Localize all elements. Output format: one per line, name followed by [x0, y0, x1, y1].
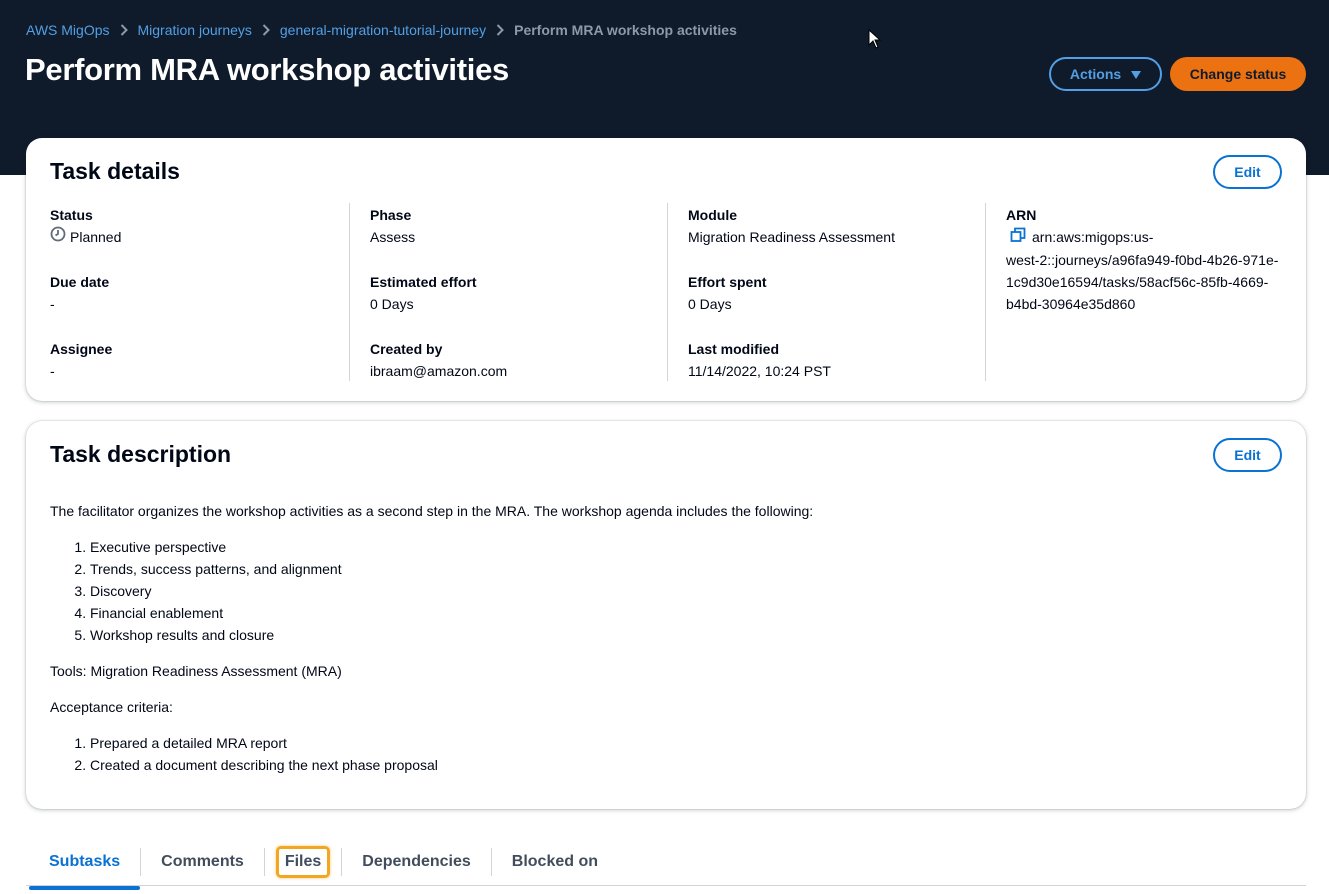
mouse-cursor-icon [868, 28, 882, 54]
phase-label: Phase [370, 207, 412, 223]
task-details-title: Task details [50, 158, 180, 184]
tab-blocked-on[interactable]: Blocked on [492, 843, 618, 881]
arn-line: 1c9d30e16594/tasks/58acf56c-85fb-4669- [1006, 274, 1269, 291]
due-date-field: Due date - [50, 271, 350, 337]
effort-spent-value: 0 Days [688, 296, 732, 312]
arn-value: arn:aws:migops:us- west-2::journeys/a96f… [1006, 226, 1285, 315]
caret-down-icon [1131, 66, 1142, 82]
tab-bar-divider [26, 885, 1306, 886]
details-column-3: Module Migration Readiness Assessment Ef… [667, 203, 985, 381]
actions-button-label: Actions [1069, 66, 1122, 82]
edit-description-button[interactable]: Edit [1213, 438, 1282, 472]
task-description-title: Task description [50, 441, 232, 467]
breadcrumb-link-journeys[interactable]: Migration journeys [138, 22, 252, 38]
arn-line: b4bd-30964e35d860 [1006, 296, 1136, 313]
last-modified-label: Last modified [688, 341, 780, 357]
chevron-right-icon [120, 24, 128, 36]
due-date-value: - [50, 296, 55, 312]
phase-value: Assess [370, 229, 416, 245]
created-by-value: ibraam@amazon.com [370, 363, 508, 379]
module-label: Module [688, 207, 737, 223]
tab-comments[interactable]: Comments [141, 843, 264, 881]
task-details-card: Task details Edit Status Planned Due dat… [26, 138, 1306, 401]
list-item: Financial enablement [90, 602, 1280, 624]
page-title: Perform MRA workshop activities [25, 52, 509, 87]
phase-field: Phase Assess [370, 204, 667, 270]
agenda-list: Executive perspective Trends, success pa… [90, 536, 1280, 646]
status-value: Planned [50, 226, 350, 248]
estimated-effort-label: Estimated effort [370, 274, 477, 290]
due-date-label: Due date [50, 274, 110, 290]
last-modified-field: Last modified 11/14/2022, 10:24 PST [688, 338, 985, 404]
created-by-field: Created by ibraam@amazon.com [370, 338, 667, 404]
chevron-right-icon [496, 24, 505, 36]
assignee-label: Assignee [50, 341, 113, 357]
created-by-label: Created by [370, 341, 443, 357]
list-item: Prepared a detailed MRA report [90, 732, 1280, 754]
description-tools: Tools: Migration Readiness Assessment (M… [50, 663, 342, 679]
copy-icon[interactable] [1010, 227, 1026, 249]
list-item: Executive perspective [90, 536, 1280, 558]
change-status-button[interactable]: Change status [1170, 57, 1306, 91]
breadcrumb-current: Perform MRA workshop activities [514, 22, 737, 38]
task-description-card: Task description Edit The facilitator or… [26, 421, 1306, 809]
effort-spent-label: Effort spent [688, 274, 767, 290]
tab-bar: Subtasks Comments Files Dependencies Blo… [29, 838, 618, 890]
list-item: Trends, success patterns, and alignment [90, 558, 1280, 580]
assignee-value: - [50, 363, 55, 379]
breadcrumb-link-migops[interactable]: AWS MigOps [26, 22, 110, 38]
clock-icon [50, 226, 66, 248]
actions-button[interactable]: Actions [1049, 57, 1162, 91]
arn-field: ARN arn:aws:migops:us- west-2::journeys/… [1006, 204, 1285, 312]
estimated-effort-value: 0 Days [370, 296, 414, 312]
tab-subtasks[interactable]: Subtasks [29, 843, 141, 890]
details-column-4: ARN arn:aws:migops:us- west-2::journeys/… [985, 203, 1285, 381]
last-modified-value: 11/14/2022, 10:24 PST [688, 363, 831, 379]
breadcrumb-link-journey[interactable]: general-migration-tutorial-journey [280, 22, 486, 38]
arn-label: ARN [1006, 207, 1037, 223]
arn-line: west-2::journeys/a96fa949-f0bd-4b26-971e… [1006, 252, 1279, 269]
description-intro: The facilitator organizes the workshop a… [50, 503, 814, 519]
list-item: Workshop results and closure [90, 624, 1280, 646]
tab-dependencies[interactable]: Dependencies [342, 843, 490, 881]
list-item: Created a document describing the next p… [90, 754, 1280, 776]
description-body: The facilitator organizes the workshop a… [50, 500, 1280, 790]
details-column-1: Status Planned Due date - Assignee - [50, 203, 350, 381]
status-text: Planned [70, 229, 122, 245]
module-field: Module Migration Readiness Assessment [688, 204, 985, 270]
details-column-2: Phase Assess Estimated effort 0 Days Cre… [349, 203, 667, 381]
status-label: Status [50, 207, 93, 223]
estimated-effort-field: Estimated effort 0 Days [370, 271, 667, 337]
acceptance-list: Prepared a detailed MRA report Created a… [90, 732, 1280, 776]
effort-spent-field: Effort spent 0 Days [688, 271, 985, 337]
tab-files-label: Files [275, 846, 331, 878]
breadcrumb: AWS MigOps Migration journeys general-mi… [26, 21, 737, 39]
arn-line: arn:aws:migops:us- [1032, 229, 1154, 245]
module-value: Migration Readiness Assessment [688, 229, 895, 245]
list-item: Discovery [90, 580, 1280, 602]
chevron-right-icon [262, 24, 270, 36]
assignee-field: Assignee - [50, 338, 350, 404]
status-field: Status Planned [50, 204, 350, 270]
tab-files[interactable]: Files [265, 843, 341, 881]
edit-details-button[interactable]: Edit [1213, 155, 1282, 189]
acceptance-heading: Acceptance criteria: [50, 699, 173, 715]
